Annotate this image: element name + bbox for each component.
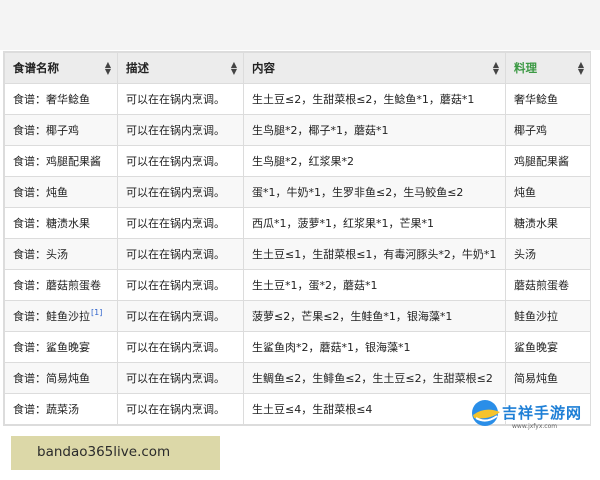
table-row: 食谱：糖渍水果 可以在在锅内烹调。 西瓜*1，菠萝*1，红浆果*1，芒果*1 糖渍水果 [4,207,591,239]
cell-dish: 奢华鲶鱼 [505,83,591,115]
recipe-name-text: 食谱：鸡腿配果酱 [13,155,101,168]
cell-contents: 生鲨鱼肉*2，蘑菇*1，银海藻*1 [243,331,506,363]
cell-contents: 生土豆*1，蛋*2，蘑菇*1 [243,269,506,301]
column-header-recipe-name[interactable]: 食谱名称 ▲ ▼ [4,52,118,84]
table-row: 食谱：奢华鲶鱼 可以在在锅内烹调。 生土豆≤2，生甜菜根≤2，生鲶鱼*1，蘑菇*1 奢… [4,83,591,115]
recipe-name-text: 食谱：奢华鲶鱼 [13,93,90,106]
recipe-name-text: 食谱：头汤 [13,248,68,261]
cell-description: 可以在在锅内烹调。 [117,362,244,394]
cell-description: 可以在在锅内烹调。 [117,83,244,115]
cell-description: 可以在在锅内烹调。 [117,300,244,332]
table-row: 食谱：鲑鱼沙拉[1] 可以在在锅内烹调。 菠萝≤2，芒果≤2，生鲑鱼*1，银海藻*1… [4,300,591,332]
column-header-label: 食谱名称 [13,61,59,75]
recipe-name-text: 食谱：糖渍水果 [13,217,90,230]
sort-icon[interactable]: ▲ ▼ [578,61,584,76]
site-logo-icon [472,400,500,426]
recipe-name-text: 食谱：鲨鱼晚宴 [13,341,90,354]
cell-dish: 鲨鱼晚宴 [505,331,591,363]
cell-dish: 糖渍水果 [505,207,591,239]
cell-recipe-name: 食谱：炖鱼 [4,176,118,208]
recipe-name-text: 食谱：鲑鱼沙拉 [13,310,90,323]
cell-recipe-name: 食谱：鲨鱼晚宴 [4,331,118,363]
recipe-name-text: 食谱：简易炖鱼 [13,372,90,385]
cell-recipe-name: 食谱：鲑鱼沙拉[1] [4,300,118,332]
cell-contents: 菠萝≤2，芒果≤2，生鲑鱼*1，银海藻*1 [243,300,506,332]
cell-dish: 头汤 [505,238,591,270]
cell-dish: 简易炖鱼 [505,362,591,394]
cell-recipe-name: 食谱：简易炖鱼 [4,362,118,394]
watermark-url: www.jxfyx.com [512,423,558,430]
column-header-contents[interactable]: 内容 ▲ ▼ [243,52,506,84]
cell-description: 可以在在锅内烹调。 [117,207,244,239]
table-row: 食谱：头汤 可以在在锅内烹调。 生土豆≤1，生甜菜根≤1，有毒河豚头*2，牛奶*1 头… [4,238,591,270]
cell-description: 可以在在锅内烹调。 [117,331,244,363]
cell-recipe-name: 食谱：蘑菇煎蛋卷 [4,269,118,301]
recipe-name-text: 食谱：炖鱼 [13,186,68,199]
url-banner[interactable]: bandao365live.com [11,436,220,470]
cell-contents: 西瓜*1，菠萝*1，红浆果*1，芒果*1 [243,207,506,239]
column-header-label: 描述 [126,61,149,75]
sort-icon[interactable]: ▲ ▼ [493,61,499,76]
cell-description: 可以在在锅内烹调。 [117,393,244,425]
table-header-row: 食谱名称 ▲ ▼ 描述 ▲ ▼ 内容 ▲ ▼ 料理 ▲ ▼ [4,52,591,84]
cell-recipe-name: 食谱：蔬菜汤 [4,393,118,425]
table-row: 食谱：鲨鱼晚宴 可以在在锅内烹调。 生鲨鱼肉*2，蘑菇*1，银海藻*1 鲨鱼晚宴 [4,331,591,363]
cell-contents: 蛋*1，牛奶*1，生罗非鱼≤2，生马鲛鱼≤2 [243,176,506,208]
cell-dish: 蘑菇煎蛋卷 [505,269,591,301]
cell-description: 可以在在锅内烹调。 [117,114,244,146]
cell-dish: 炖鱼 [505,176,591,208]
cell-recipe-name: 食谱：糖渍水果 [4,207,118,239]
cell-description: 可以在在锅内烹调。 [117,176,244,208]
cell-dish: 椰子鸡 [505,114,591,146]
column-header-label: 内容 [252,61,275,75]
column-header-description[interactable]: 描述 ▲ ▼ [117,52,244,84]
column-header-dish[interactable]: 料理 ▲ ▼ [505,52,591,84]
cell-recipe-name: 食谱：鸡腿配果酱 [4,145,118,177]
table-row: 食谱：椰子鸡 可以在在锅内烹调。 生鸟腿*2，椰子*1，蘑菇*1 椰子鸡 [4,114,591,146]
recipe-name-text: 食谱：蔬菜汤 [13,403,79,416]
footnote-link[interactable]: [1] [91,308,102,317]
table-row: 食谱：蘑菇煎蛋卷 可以在在锅内烹调。 生土豆*1，蛋*2，蘑菇*1 蘑菇煎蛋卷 [4,269,591,301]
table-row: 食谱：鸡腿配果酱 可以在在锅内烹调。 生鸟腿*2，红浆果*2 鸡腿配果酱 [4,145,591,177]
cell-recipe-name: 食谱：头汤 [4,238,118,270]
sort-icon[interactable]: ▲ ▼ [231,61,237,76]
cell-contents: 生土豆≤2，生甜菜根≤2，生鲶鱼*1，蘑菇*1 [243,83,506,115]
cell-description: 可以在在锅内烹调。 [117,238,244,270]
watermark-text: 吉祥手游网 [502,404,583,422]
cell-contents: 生鸟腿*2，红浆果*2 [243,145,506,177]
table-row: 食谱：炖鱼 可以在在锅内烹调。 蛋*1，牛奶*1，生罗非鱼≤2，生马鲛鱼≤2 炖鱼 [4,176,591,208]
cell-dish: 鸡腿配果酱 [505,145,591,177]
cell-dish: 鲑鱼沙拉 [505,300,591,332]
column-header-label: 料理 [514,61,537,75]
table-row: 食谱：简易炖鱼 可以在在锅内烹调。 生鲷鱼≤2，生鲱鱼≤2，生土豆≤2，生甜菜根≤2… [4,362,591,394]
cell-contents: 生土豆≤1，生甜菜根≤1，有毒河豚头*2，牛奶*1 [243,238,506,270]
site-watermark: 吉祥手游网 www.jxfyx.com [470,392,595,434]
cell-recipe-name: 食谱：奢华鲶鱼 [4,83,118,115]
page-top-strip [0,0,600,50]
cell-contents: 生土豆≤4，生甜菜根≤4 [243,393,506,425]
cell-recipe-name: 食谱：椰子鸡 [4,114,118,146]
banner-url-text: bandao365live.com [37,444,171,460]
cell-contents: 生鲷鱼≤2，生鲱鱼≤2，生土豆≤2，生甜菜根≤2 [243,362,506,394]
sort-icon[interactable]: ▲ ▼ [105,61,111,76]
recipe-name-text: 食谱：椰子鸡 [13,124,79,137]
cell-description: 可以在在锅内烹调。 [117,145,244,177]
cell-contents: 生鸟腿*2，椰子*1，蘑菇*1 [243,114,506,146]
cell-description: 可以在在锅内烹调。 [117,269,244,301]
recipe-name-text: 食谱：蘑菇煎蛋卷 [13,279,101,292]
recipe-table: 食谱名称 ▲ ▼ 描述 ▲ ▼ 内容 ▲ ▼ 料理 ▲ ▼ 食谱：奢华鲶鱼可以在在锅内烹… [3,51,591,426]
